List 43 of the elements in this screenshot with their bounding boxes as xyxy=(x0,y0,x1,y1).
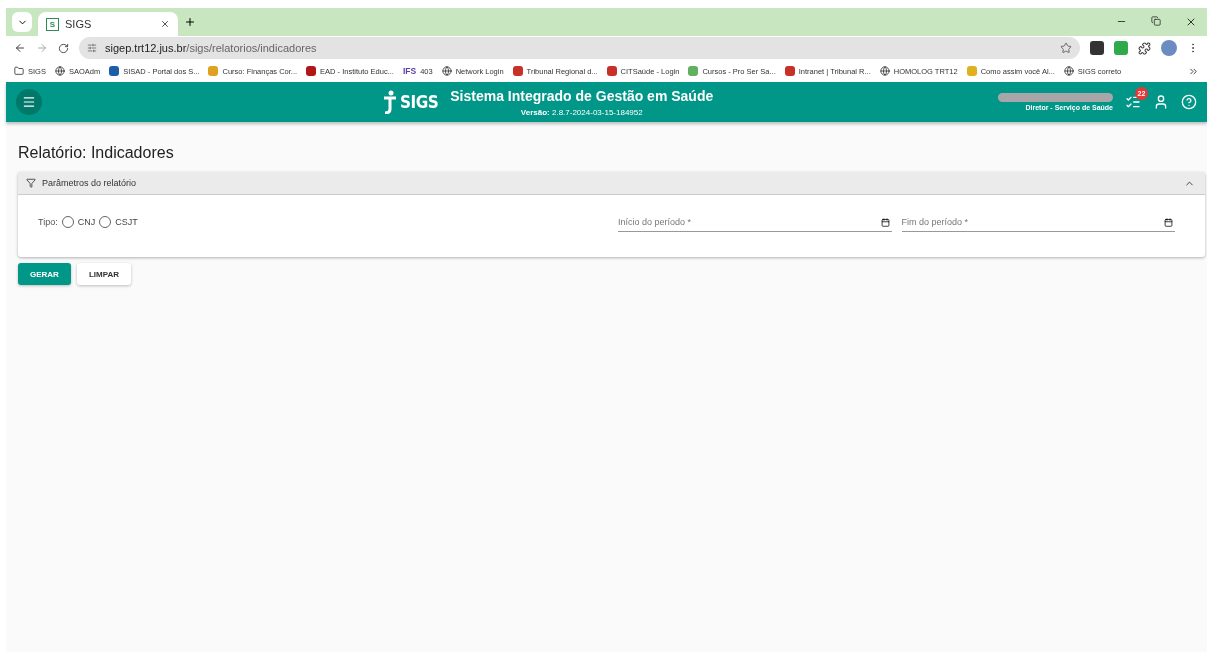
tab-favicon: S xyxy=(46,17,59,31)
restore-icon[interactable] xyxy=(1151,16,1161,26)
reload-icon[interactable] xyxy=(58,42,69,54)
profile-avatar[interactable] xyxy=(1161,40,1177,56)
bookmark-logo: IFS xyxy=(402,66,417,76)
close-icon[interactable] xyxy=(160,19,170,29)
radio-option[interactable]: CSJT xyxy=(99,216,138,228)
bookmark-star-icon[interactable] xyxy=(1060,42,1072,54)
tab-title: SIGS xyxy=(65,18,92,30)
tasks-button[interactable] xyxy=(1125,94,1141,110)
generate-button[interactable]: GERAR xyxy=(18,263,71,285)
url-text: sigep.trt12.jus.br/sigs/relatorios/indicadores xyxy=(105,42,317,54)
globe-icon xyxy=(441,66,452,76)
filter-icon xyxy=(26,178,36,188)
close-window-icon[interactable] xyxy=(1185,16,1197,28)
help-button[interactable] xyxy=(1181,94,1197,110)
clear-button[interactable]: LIMPAR xyxy=(76,263,131,285)
version-text: Versão: 2.8.7-2024-03-15-184952 xyxy=(520,107,643,117)
folder-icon xyxy=(14,66,24,76)
type-label: Tipo: xyxy=(38,217,58,227)
date-field[interactable]: Fim do período * xyxy=(901,212,1175,232)
globe-icon xyxy=(1063,66,1074,76)
panel-title: Parâmetros do relatório xyxy=(42,178,137,188)
extension-icon[interactable] xyxy=(1090,41,1104,55)
user-button[interactable] xyxy=(1153,94,1169,110)
globe-icon xyxy=(879,66,890,76)
radio-option[interactable]: CNJ xyxy=(61,216,96,228)
app-title: Sistema Integrado de Gestão em Saúde xyxy=(450,87,714,104)
new-tab-icon[interactable] xyxy=(184,16,196,28)
calendar-icon[interactable] xyxy=(880,217,890,227)
page-heading: Relatório: Indicadores xyxy=(18,144,175,162)
app-logo: SIGS xyxy=(382,90,439,114)
calendar-icon[interactable] xyxy=(1164,217,1173,227)
browser-tab[interactable]: S SIGS xyxy=(38,12,178,36)
menu-button[interactable] xyxy=(16,89,42,115)
address-bar[interactable]: sigep.trt12.jus.br/sigs/relatorios/indicadores xyxy=(79,37,1080,59)
extensions-icon[interactable] xyxy=(1138,41,1151,55)
panel-header[interactable]: Parâmetros do relatório xyxy=(18,172,1205,195)
date-field[interactable]: Início do período * xyxy=(618,212,892,232)
back-icon[interactable] xyxy=(14,42,26,54)
menu-icon[interactable] xyxy=(22,95,36,109)
globe-icon xyxy=(54,66,65,76)
site-settings-icon[interactable] xyxy=(87,43,97,53)
